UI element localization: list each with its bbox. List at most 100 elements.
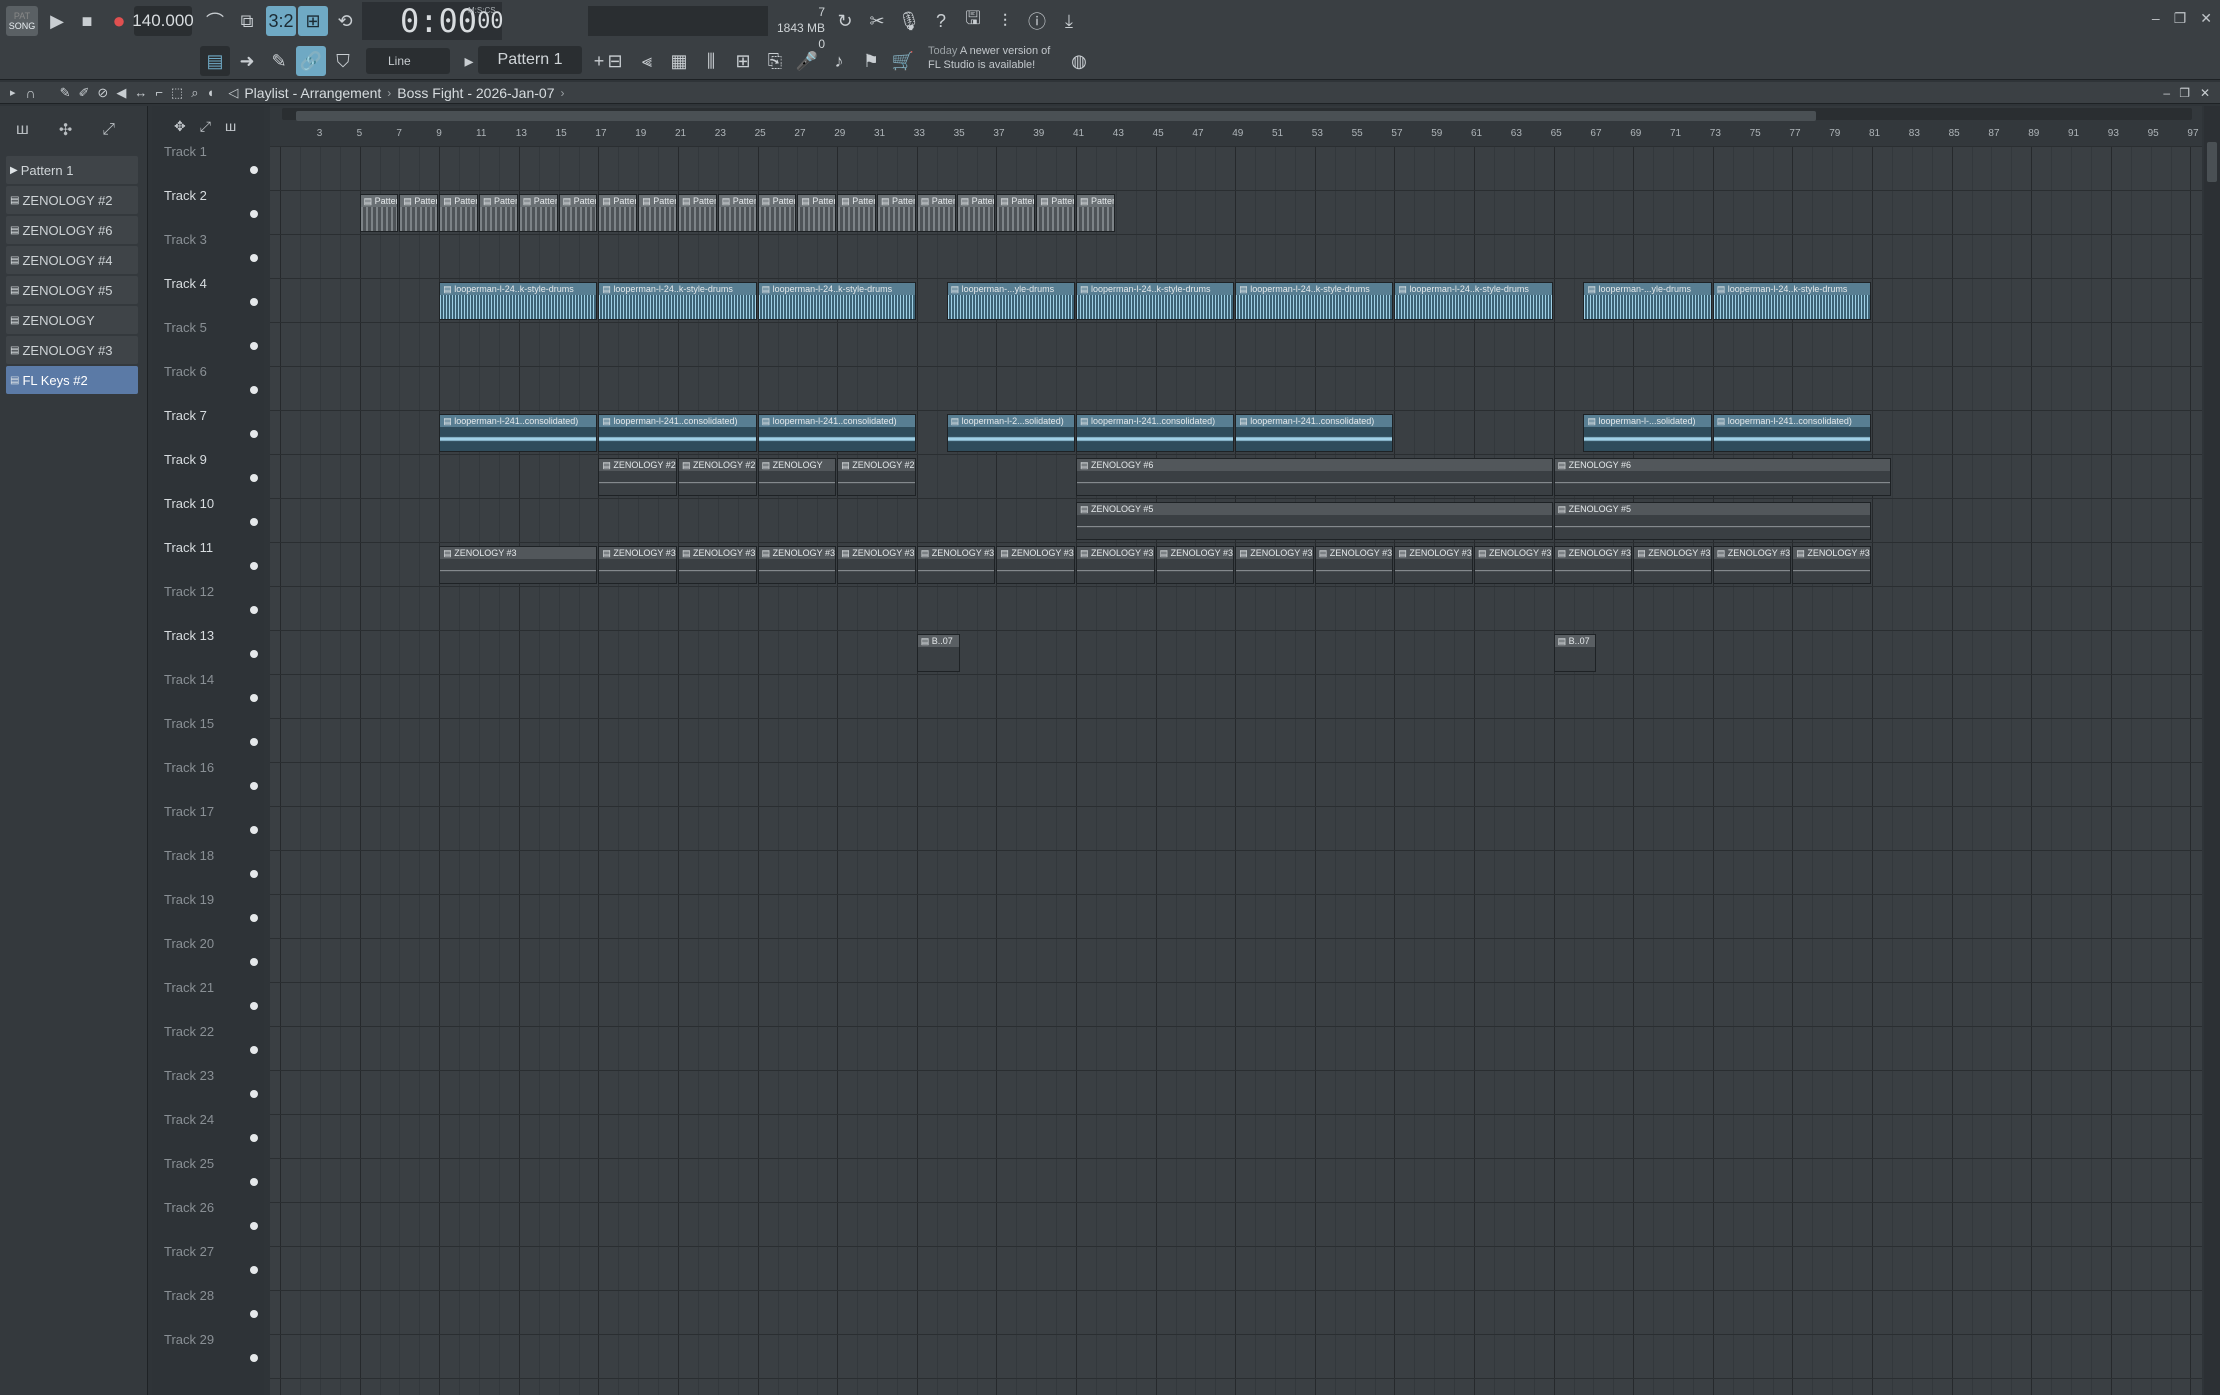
playlist-grid[interactable]: 3 5 7 9 11 13 15 17 19 21 23 25 27 29 31 33 35 37 39 41 43 45… [270,106,2202,1395]
clip-pattern[interactable]: ▤ Pattern 1 [996,194,1036,232]
clip-zen[interactable]: ▤ ZENOLOGY #3 [996,546,1075,584]
track-header[interactable]: Track 18 [152,846,264,890]
track-header[interactable]: Track 21 [152,978,264,1022]
clip-zen[interactable]: ▤ ZENOLOGY #3 [757,546,837,584]
clip-zen[interactable]: ▤ ZENOLOGY #3 [1394,546,1473,584]
clip-zen[interactable]: ▤ ZENOLOGY #2 [678,458,757,496]
horizontal-scrollbar[interactable] [282,108,2192,121]
playlist-icon[interactable]: ⫷ [632,46,662,76]
track-header[interactable]: Track 9 [152,450,264,494]
channel-rack-icon[interactable]: ⊟ [600,46,630,76]
track-header[interactable]: Track 14 [152,670,264,714]
clip-zen[interactable]: ▤ ZENOLOGY #3 [1792,546,1871,584]
timeline-ruler[interactable]: 3 5 7 9 11 13 15 17 19 21 23 25 27 29 31 33 35 37 39 41 43 45… [270,106,2202,146]
clip-audio[interactable]: ▤ looperman-...yle-drums [1583,282,1712,320]
clip-pattern[interactable]: ▤ Pattern 1 [797,194,837,232]
clip-pattern[interactable]: ▤ Pattern 1 [956,194,996,232]
master-volume-slider[interactable] [588,6,768,36]
info-icon[interactable]: ⓘ [1022,6,1052,36]
clip-beat[interactable]: ▤ B..07 [1553,634,1597,672]
clip-zen[interactable]: ▤ ZENOLOGY #5 [1553,502,1871,540]
clip-zen[interactable]: ▤ ZENOLOGY #3 [1155,546,1235,584]
track-enable-dot[interactable] [250,1310,258,1318]
vscroll-thumb[interactable] [2207,142,2217,182]
scroll-thumb[interactable] [296,111,1816,121]
help-icon[interactable]: ? [926,6,956,36]
clip-zen[interactable]: ▤ ZENOLOGY #3 [1633,546,1712,584]
clip-pattern[interactable]: ▤ Pattern 1 [757,194,797,232]
track-header[interactable]: Track 5 [152,318,264,362]
track-enable-dot[interactable] [250,958,258,966]
track-enable-dot[interactable] [250,1090,258,1098]
download-icon[interactable]: ⤓ [1054,6,1084,36]
track-header[interactable]: Track 17 [152,802,264,846]
record-icon[interactable]: ● [104,6,134,36]
pattern-select[interactable]: Pattern 1 [478,46,582,74]
clip-audio[interactable]: ▤ looperman-l-24..k-style-drums [439,282,598,320]
clip-zen[interactable]: ▤ ZENOLOGY #3 [1076,546,1155,584]
picker-item[interactable]: ▤ ZENOLOGY #2 [6,186,138,214]
track-header[interactable]: Track 4 [152,274,264,318]
track-header[interactable]: Track 24 [152,1110,264,1154]
pl-minimize-icon[interactable]: ‒ [2163,86,2170,100]
track-enable-dot[interactable] [250,870,258,878]
track-header[interactable]: Track 6 [152,362,264,406]
track-enable-dot[interactable] [250,650,258,658]
clip-zen[interactable]: ▤ ZENOLOGY [757,458,837,496]
track-header[interactable]: Track 7 [152,406,264,450]
track-enable-dot[interactable] [250,1222,258,1230]
track-header[interactable]: Track 10 [152,494,264,538]
clip-zen[interactable]: ▤ ZENOLOGY #3 [837,546,916,584]
track-header[interactable]: Track 29 [152,1330,264,1374]
picker-auto-icon[interactable]: ⤢ [102,121,115,139]
play-icon[interactable]: ▶ [42,6,72,36]
clip-zen[interactable]: ▤ ZENOLOGY #3 [1474,546,1553,584]
vertical-scrollbar[interactable] [2204,106,2220,1395]
picker-item[interactable]: ▤ ZENOLOGY #3 [6,336,138,364]
song-pattern-toggle[interactable]: PAT SONG [6,6,38,36]
clip-audio2[interactable]: ▤ looperman-l-241..consolidated) [757,414,916,452]
clip-pattern[interactable]: ▤ Pattern 1 [479,194,518,232]
track-enable-dot[interactable] [250,1046,258,1054]
clip-zen[interactable]: ▤ ZENOLOGY #3 [439,546,598,584]
clip-pattern[interactable]: ▤ Pattern 1 [518,194,558,232]
clip-pattern[interactable]: ▤ Pattern 1 [1036,194,1075,232]
pl-close-icon[interactable]: ✕ [2200,86,2210,100]
mic-icon[interactable]: 🎙 [894,6,924,36]
clip-zen[interactable]: ▤ ZENOLOGY #2 [598,458,677,496]
browser-icon[interactable]: ⊞ [728,46,758,76]
clip-pattern[interactable]: ▤ Pattern 1 [877,194,916,232]
track-enable-dot[interactable] [250,298,258,306]
magnet-icon[interactable]: ∩ [26,85,36,101]
picker-item[interactable]: ▤ ZENOLOGY #6 [6,216,138,244]
clip-zen[interactable]: ▤ ZENOLOGY #3 [916,546,996,584]
track-enable-dot[interactable] [250,562,258,570]
clip-audio[interactable]: ▤ looperman-l-24..k-style-drums [1076,282,1235,320]
clip-audio2[interactable]: ▤ looperman-l-241..consolidated) [1235,414,1394,452]
globe-icon[interactable]: ◍ [1064,46,1094,76]
clip-audio2[interactable]: ▤ looperman-l-241..consolidated) [439,414,598,452]
picker-item[interactable]: ▤ ZENOLOGY #4 [6,246,138,274]
clip-audio2[interactable]: ▤ looperman-l-241..consolidated) [1712,414,1871,452]
track-enable-dot[interactable] [250,166,258,174]
close-icon[interactable]: ✕ [2200,10,2212,27]
picker-item[interactable]: ▤ ZENOLOGY #5 [6,276,138,304]
restore-icon[interactable]: ❐ [2174,10,2187,27]
track-enable-dot[interactable] [250,1354,258,1362]
clip-pattern[interactable]: ▤ Pattern 1 [717,194,757,232]
track-header[interactable]: Track 13 [152,626,264,670]
track-enable-dot[interactable] [250,782,258,790]
countdown-icon[interactable]: 3:2 [266,6,296,36]
stop-icon[interactable]: ■ [72,6,102,36]
picker-item[interactable]: ▶ Pattern 1 [6,156,138,184]
clip-pattern[interactable]: ▤ Pattern 1 [558,194,598,232]
track-enable-dot[interactable] [250,342,258,350]
picker-item[interactable]: ▤ ZENOLOGY [6,306,138,334]
pl-restore-icon[interactable]: ❐ [2179,86,2190,100]
piano-roll-icon[interactable]: ▤ [200,46,230,76]
track-enable-dot[interactable] [250,606,258,614]
clip-audio2[interactable]: ▤ looperman-l-241..consolidated) [1076,414,1235,452]
track-enable-dot[interactable] [250,254,258,262]
clip-zen[interactable]: ▤ ZENOLOGY #3 [1712,546,1792,584]
track-enable-dot[interactable] [250,430,258,438]
